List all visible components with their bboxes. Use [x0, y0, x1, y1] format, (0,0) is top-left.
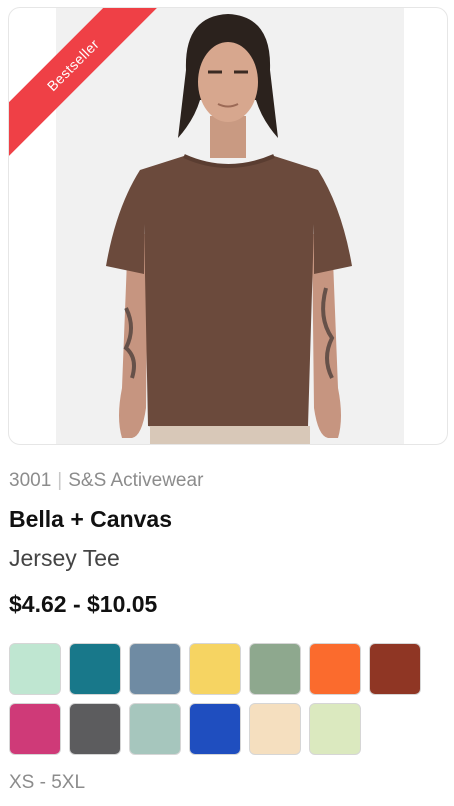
product-name[interactable]: Jersey Tee [9, 545, 120, 572]
style-number: 3001 [9, 470, 52, 491]
teal-swatch[interactable] [69, 643, 121, 695]
brand-name[interactable]: Bella + Canvas [9, 506, 172, 533]
sage-swatch[interactable] [249, 643, 301, 695]
berry-swatch[interactable] [9, 703, 61, 755]
color-swatches [9, 643, 449, 755]
charcoal-swatch[interactable] [69, 703, 121, 755]
product-image[interactable] [56, 8, 404, 444]
price-range: $4.62 - $10.05 [9, 591, 158, 617]
rust-swatch[interactable] [369, 643, 421, 695]
model-wearing-brown-tee-image [56, 8, 404, 444]
style-info: 3001 | S&S Activewear [9, 470, 203, 492]
natural-swatch[interactable] [249, 703, 301, 755]
supplier-name: S&S Activewear [68, 470, 204, 491]
yellow-swatch[interactable] [189, 643, 241, 695]
separator: | [57, 470, 63, 491]
size-range: XS - 5XL [9, 772, 86, 793]
dusty-aqua-swatch[interactable] [129, 703, 181, 755]
product-card[interactable]: Bestseller [8, 7, 448, 445]
orange-swatch[interactable] [309, 643, 361, 695]
royal-blue-swatch[interactable] [189, 703, 241, 755]
slate-blue-swatch[interactable] [129, 643, 181, 695]
mint-swatch[interactable] [9, 643, 61, 695]
light-green-swatch[interactable] [309, 703, 361, 755]
